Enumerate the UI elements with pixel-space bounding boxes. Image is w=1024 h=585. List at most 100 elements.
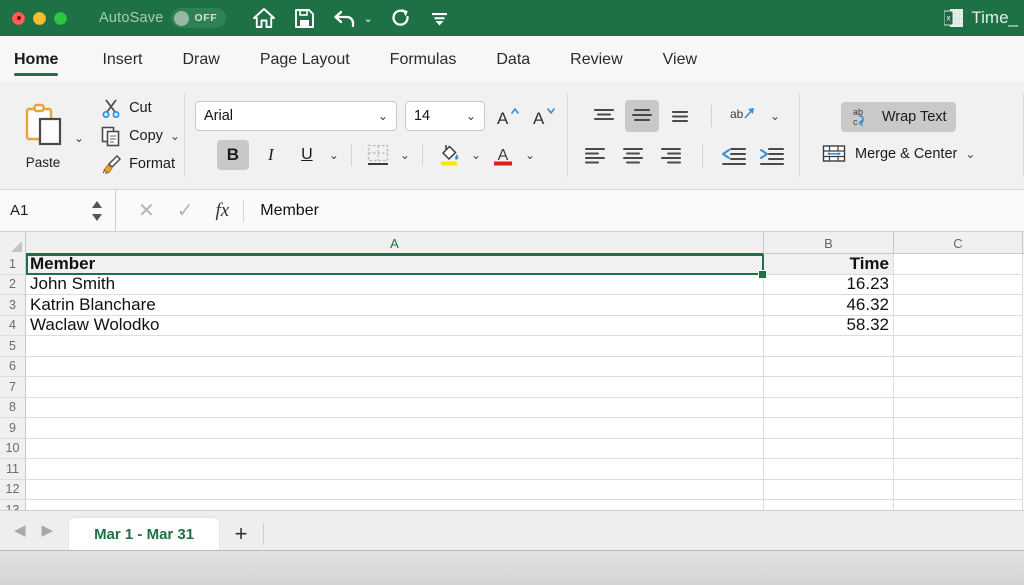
cancel-formula-icon[interactable]: ✕ <box>138 198 155 223</box>
cell-c6[interactable] <box>894 357 1023 378</box>
formula-input[interactable]: Member <box>260 202 319 220</box>
row-header-12[interactable]: 12 <box>0 480 26 501</box>
undo-dropdown-chevron-icon[interactable]: ⌄ <box>363 12 372 25</box>
decrease-indent-button[interactable] <box>717 141 751 171</box>
paste-button[interactable]: Paste <box>14 101 72 170</box>
cut-button[interactable]: Cut <box>96 95 184 121</box>
previous-sheet-button[interactable]: ◀ <box>14 521 26 539</box>
decrease-font-size-button[interactable]: A <box>529 102 557 130</box>
cell-a4[interactable]: Waclaw Wolodko <box>26 316 764 337</box>
next-sheet-button[interactable]: ▶ <box>42 521 54 539</box>
copy-dropdown-chevron-icon[interactable]: ⌄ <box>170 129 180 143</box>
cell-c7[interactable] <box>894 377 1023 398</box>
row-header-13[interactable]: 13 <box>0 500 26 510</box>
confirm-formula-icon[interactable]: ✓ <box>177 198 194 223</box>
cell-c5[interactable] <box>894 336 1023 357</box>
align-right-button[interactable] <box>654 141 688 171</box>
bold-button[interactable]: B <box>217 140 249 170</box>
cell-c12[interactable] <box>894 480 1023 501</box>
cell-a7[interactable] <box>26 377 764 398</box>
cell-b1[interactable]: Time <box>764 254 894 275</box>
merge-center-dropdown-chevron-icon[interactable]: ⌄ <box>965 147 975 161</box>
row-header-2[interactable]: 2 <box>0 275 26 296</box>
row-header-1[interactable]: 1 <box>0 254 26 275</box>
format-painter-button[interactable]: Format <box>96 151 184 177</box>
cell-a9[interactable] <box>26 418 764 439</box>
redo-icon[interactable] <box>391 8 412 29</box>
tab-home[interactable]: Home <box>14 51 58 76</box>
cell-c13[interactable] <box>894 500 1023 510</box>
borders-dropdown-chevron-icon[interactable]: ⌄ <box>400 148 410 162</box>
merge-center-button[interactable]: Merge & Center ⌄ <box>812 139 984 169</box>
cell-a2[interactable]: John Smith <box>26 275 764 296</box>
maximize-window-button[interactable] <box>54 12 67 25</box>
tab-page-layout[interactable]: Page Layout <box>260 51 350 76</box>
cell-c10[interactable] <box>894 439 1023 460</box>
row-header-10[interactable]: 10 <box>0 439 26 460</box>
cell-b3[interactable]: 46.32 <box>764 295 894 316</box>
row-header-5[interactable]: 5 <box>0 336 26 357</box>
cell-c2[interactable] <box>894 275 1023 296</box>
tab-data[interactable]: Data <box>496 51 530 76</box>
cell-b10[interactable] <box>764 439 894 460</box>
increase-font-size-button[interactable]: A <box>493 102 521 130</box>
tab-insert[interactable]: Insert <box>102 51 142 76</box>
fill-color-button[interactable] <box>435 141 463 169</box>
minimize-window-button[interactable] <box>33 12 46 25</box>
cell-c4[interactable] <box>894 316 1023 337</box>
cell-b12[interactable] <box>764 480 894 501</box>
align-center-button[interactable] <box>616 141 650 171</box>
cell-b8[interactable] <box>764 398 894 419</box>
select-all-button[interactable] <box>0 232 26 254</box>
row-header-9[interactable]: 9 <box>0 418 26 439</box>
cell-b5[interactable] <box>764 336 894 357</box>
row-header-7[interactable]: 7 <box>0 377 26 398</box>
column-header-a[interactable]: A <box>26 232 764 254</box>
orientation-dropdown-chevron-icon[interactable]: ⌄ <box>770 109 780 123</box>
font-color-button[interactable]: A <box>489 141 517 169</box>
cell-a6[interactable] <box>26 357 764 378</box>
cell-a11[interactable] <box>26 459 764 480</box>
increase-indent-button[interactable] <box>755 141 789 171</box>
tab-view[interactable]: View <box>663 51 697 76</box>
sheet-tab-mar-1-mar-31[interactable]: Mar 1 - Mar 31 <box>69 518 219 550</box>
tab-review[interactable]: Review <box>570 51 622 76</box>
wrap-text-button[interactable]: ab c Wrap Text <box>841 102 956 132</box>
cell-a5[interactable] <box>26 336 764 357</box>
borders-button[interactable] <box>364 141 392 169</box>
add-sheet-button[interactable]: + <box>219 518 263 550</box>
row-header-6[interactable]: 6 <box>0 357 26 378</box>
tab-draw[interactable]: Draw <box>182 51 219 76</box>
fill-handle[interactable] <box>758 270 767 279</box>
underline-button[interactable]: U <box>293 141 321 169</box>
close-window-button[interactable] <box>12 12 25 25</box>
cell-a1[interactable]: Member <box>26 254 764 275</box>
font-color-dropdown-chevron-icon[interactable]: ⌄ <box>525 148 535 162</box>
copy-button[interactable]: Copy ⌄ <box>96 123 184 149</box>
cell-c9[interactable] <box>894 418 1023 439</box>
italic-button[interactable]: I <box>257 141 285 169</box>
font-name-select[interactable]: Arial ⌄ <box>195 101 397 131</box>
align-middle-button[interactable] <box>625 100 659 132</box>
cell-b2[interactable]: 16.23 <box>764 275 894 296</box>
undo-icon[interactable] <box>333 8 358 29</box>
customize-toolbar-icon[interactable] <box>430 9 449 27</box>
row-header-3[interactable]: 3 <box>0 295 26 316</box>
row-header-11[interactable]: 11 <box>0 459 26 480</box>
cell-c8[interactable] <box>894 398 1023 419</box>
align-bottom-button[interactable] <box>663 101 697 131</box>
cell-a8[interactable] <box>26 398 764 419</box>
cell-b6[interactable] <box>764 357 894 378</box>
cell-b4[interactable]: 58.32 <box>764 316 894 337</box>
cell-a12[interactable] <box>26 480 764 501</box>
cell-b13[interactable] <box>764 500 894 510</box>
home-icon[interactable] <box>252 7 276 29</box>
name-box-spinner[interactable] <box>91 200 103 222</box>
cell-c11[interactable] <box>894 459 1023 480</box>
name-box[interactable]: A1 <box>0 190 116 231</box>
cell-b11[interactable] <box>764 459 894 480</box>
fill-color-dropdown-chevron-icon[interactable]: ⌄ <box>471 148 481 162</box>
cell-b9[interactable] <box>764 418 894 439</box>
cell-b7[interactable] <box>764 377 894 398</box>
cell-a3[interactable]: Katrin Blanchare <box>26 295 764 316</box>
